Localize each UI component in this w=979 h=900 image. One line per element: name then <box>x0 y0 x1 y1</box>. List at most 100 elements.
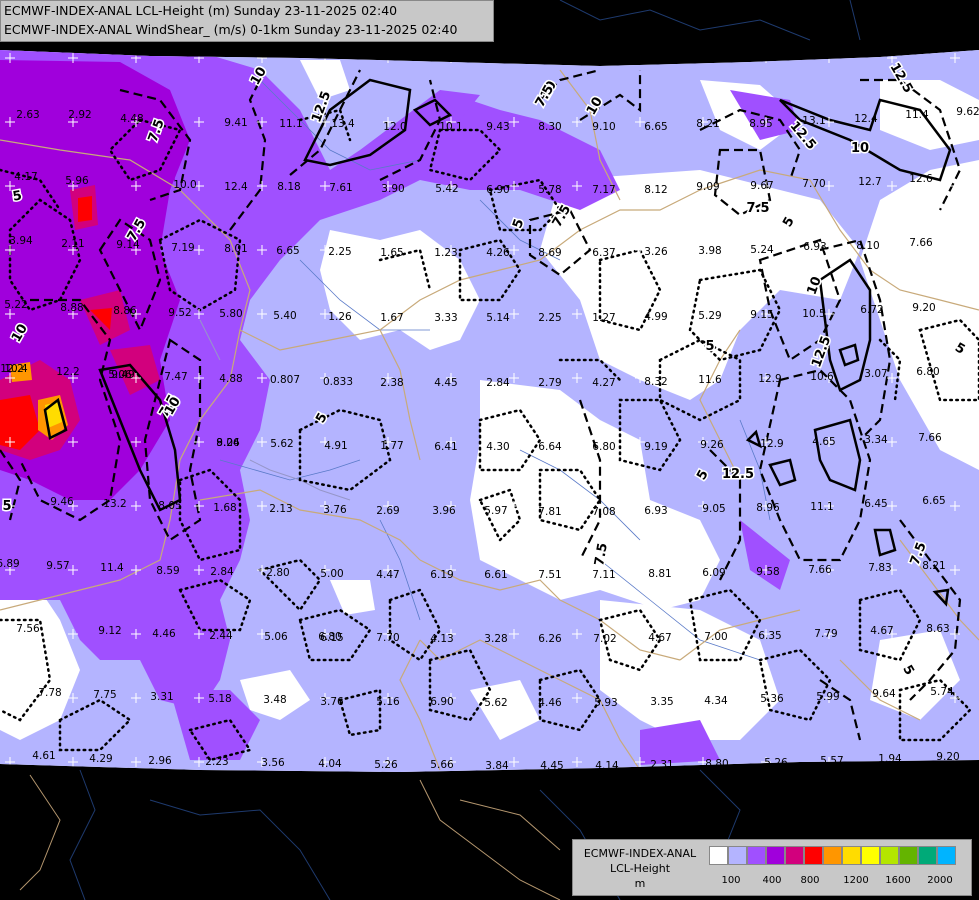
grid-value-label: 5.99 <box>816 691 839 703</box>
grid-value-label: 6.90 <box>486 184 509 196</box>
grid-value-label: 3.94 <box>9 235 33 247</box>
grid-value-label: 5.93 <box>594 697 617 709</box>
grid-value-label: 2.11 <box>61 238 84 250</box>
grid-value-label: 2.80 <box>266 567 289 579</box>
grid-value-label: 9.52 <box>168 307 191 319</box>
grid-value-label: 2.38 <box>380 377 403 389</box>
grid-value-label: 8.05 <box>158 500 181 512</box>
grid-value-label: 8.81 <box>648 568 671 580</box>
grid-value-label: 5.96 <box>65 175 89 187</box>
legend-swatch <box>766 846 785 865</box>
grid-value-label: 7.00 <box>704 631 727 643</box>
grid-value-label: 8.10 <box>856 240 879 252</box>
grid-value-label: 4.13 <box>430 633 453 645</box>
legend-tick-label: 100 <box>721 875 741 886</box>
grid-value-label: 4.61 <box>32 750 55 762</box>
grid-value-label: 5.40 <box>273 310 296 322</box>
grid-value-label: 11.4 <box>905 109 929 121</box>
grid-value-label: 3.76 <box>320 696 344 708</box>
grid-value-label: 7.51 <box>538 569 561 581</box>
grid-value-label: 6.09 <box>702 567 725 579</box>
grid-value-label: 8.86 <box>113 305 137 317</box>
grid-value-label: 7.66 <box>918 432 942 444</box>
contour-label: 5 <box>2 499 11 514</box>
grid-value-label: 9.62 <box>956 106 979 118</box>
grid-value-label: 9.41 <box>224 117 247 129</box>
grid-value-label: 9.12 <box>98 625 121 637</box>
grid-value-label: 13.1 <box>802 115 825 127</box>
grid-value-label: 2.84 <box>210 566 234 578</box>
grid-value-label: 7.61 <box>329 182 352 194</box>
grid-value-label: 6.80 <box>318 631 341 643</box>
grid-value-label: 4.45 <box>434 377 457 389</box>
legend-field: LCL-Height <box>609 862 671 875</box>
grid-value-label: 6.19 <box>430 569 453 581</box>
grid-value-label: 3.26 <box>644 246 668 258</box>
grid-value-label: 12.2 <box>56 366 79 378</box>
grid-value-label: 6.65 <box>644 121 667 133</box>
grid-value-label: 6.89 <box>0 558 20 570</box>
grid-value-label: 3.07 <box>864 368 887 380</box>
grid-value-label: 2.92 <box>68 109 91 121</box>
legend-swatch <box>880 846 899 865</box>
legend-swatch <box>861 846 880 865</box>
grid-value-label: 10.5 <box>802 308 825 320</box>
grid-value-label: 6.72 <box>860 304 883 316</box>
grid-value-label: 4.46 <box>538 697 562 709</box>
grid-value-label: 5.00 <box>320 568 343 580</box>
grid-value-label: 8.69 <box>538 247 561 259</box>
grid-value-label: 3.90 <box>381 183 404 195</box>
grid-value-label: 9.19 <box>644 441 667 453</box>
grid-value-label: 7.81 <box>538 506 561 518</box>
grid-value-label: 3.76 <box>323 504 347 516</box>
grid-value-label: 7.70 <box>376 632 399 644</box>
grid-value-label: 4.47 <box>376 569 399 581</box>
grid-value-label: 6.80 <box>592 441 615 453</box>
grid-value-label: 5.97 <box>484 505 507 517</box>
grid-value-label: 4.04 <box>318 758 342 770</box>
grid-value-label: 6.93 <box>644 505 667 517</box>
grid-value-label: 2.69 <box>376 505 399 517</box>
grid-value-label: 8.32 <box>644 376 667 388</box>
grid-value-label: 2.84 <box>486 377 510 389</box>
grid-value-label: 5.14 <box>486 312 510 324</box>
grid-value-label: 9.09 <box>696 181 719 193</box>
grid-value-label: 10.0 <box>173 179 196 191</box>
header-title-windshear: ECMWF-INDEX-ANAL WindShear_ (m/s) 0-1km … <box>4 22 458 37</box>
grid-value-label: 5.42 <box>435 183 458 195</box>
grid-value-label: 6.80 <box>916 366 939 378</box>
grid-value-label: 9.10 <box>592 121 615 133</box>
grid-value-label: 4.17 <box>14 171 37 183</box>
legend-swatch <box>937 846 956 865</box>
grid-value-label: 4.45 <box>540 760 563 772</box>
grid-value-label: 2.63 <box>16 109 39 121</box>
grid-value-label: 9.15 <box>750 309 773 321</box>
grid-value-label: 5.24 <box>750 244 774 256</box>
grid-value-label: 8.01 <box>224 243 247 255</box>
grid-value-label: 5.06 <box>264 631 288 643</box>
grid-value-label: 5.06 <box>108 369 132 381</box>
grid-value-label: 2.13 <box>269 503 292 515</box>
grid-value-label: 5.62 <box>270 438 293 450</box>
grid-value-label: 5.26 <box>374 759 398 771</box>
grid-value-label: 2.23 <box>205 756 228 768</box>
grid-value-label: 1.77 <box>380 440 403 452</box>
grid-value-label: 3.84 <box>485 760 509 772</box>
grid-value-label: 7.70 <box>802 178 825 190</box>
grid-value-label: 7.17 <box>592 184 615 196</box>
grid-value-label: 5.74 <box>930 686 954 698</box>
grid-value-label: 2.79 <box>538 377 561 389</box>
grid-value-label: 4.91 <box>324 440 347 452</box>
legend-swatch <box>823 846 842 865</box>
grid-value-label: 9.67 <box>750 180 773 192</box>
grid-value-label: 3.96 <box>432 505 456 517</box>
grid-value-label: 8.12 <box>644 184 667 196</box>
grid-value-label: 4.29 <box>89 753 112 765</box>
grid-value-label: 6.90 <box>430 696 453 708</box>
legend-swatch <box>728 846 747 865</box>
grid-value-label: 7.19 <box>171 242 194 254</box>
grid-value-label: 8.30 <box>538 121 561 133</box>
grid-value-label: 9.46 <box>50 496 74 508</box>
grid-value-label: 8.18 <box>277 181 300 193</box>
legend-swatch <box>804 846 823 865</box>
